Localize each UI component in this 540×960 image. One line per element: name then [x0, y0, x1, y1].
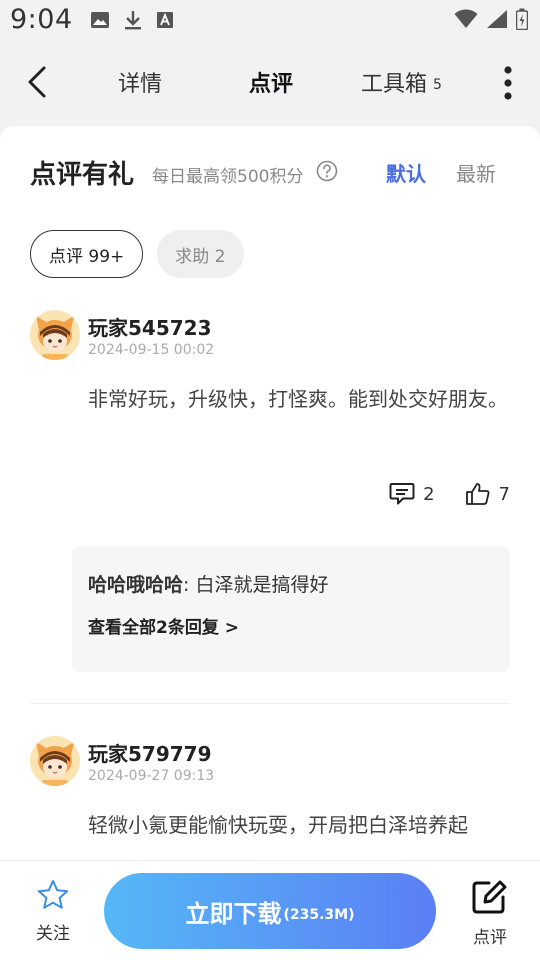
like-button[interactable]: 7	[465, 482, 510, 506]
section-subtitle: 每日最高领500积分	[152, 167, 304, 187]
review-text: 轻微小氪更能愉快玩耍，开局把白泽培养起	[88, 813, 468, 837]
help-circle-icon[interactable]	[316, 160, 338, 182]
sort-default[interactable]: 默认	[386, 158, 426, 187]
tab-toolbox-label: 工具箱	[361, 72, 428, 97]
status-bar: 9:04	[0, 0, 540, 44]
tab-details[interactable]: 详情	[118, 66, 162, 98]
review-time: 2024-09-15 00:02	[88, 342, 215, 358]
reply-box[interactable]: 哈哈哦哈哈: 白泽就是搞得好 查看全部2条回复 >	[72, 546, 510, 672]
write-review-button[interactable]: 点评	[470, 879, 510, 948]
review-time: 2024-09-27 09:13	[88, 768, 215, 784]
section-header: 点评有礼 每日最高领500积分 默认 最新	[30, 150, 510, 194]
avatar[interactable]	[30, 736, 80, 786]
status-icons-right	[454, 8, 528, 30]
reply-text: 白泽就是搞得好	[195, 574, 329, 596]
filter-chips: 点评 99+ 求助 2	[30, 230, 244, 278]
review-text: 非常好玩，升级快，打怪爽。能到处交好朋友。	[88, 387, 508, 411]
reviews-panel: 点评有礼 每日最高领500积分 默认 最新 点评 99+ 求助 2 玩家5457…	[0, 126, 540, 860]
follow-label: 关注	[36, 924, 70, 944]
review-item: 玩家545723 2024-09-15 00:02 非常好玩，升级快，打怪爽。能…	[30, 310, 510, 690]
more-vertical-icon[interactable]	[502, 66, 514, 100]
follow-button[interactable]: 关注	[30, 879, 76, 944]
tab-toolbox-badge: 5	[433, 77, 442, 93]
star-icon	[37, 880, 69, 909]
bottom-bar: 关注 立即下载 (235.3M) 点评	[0, 860, 540, 960]
download-icon	[125, 11, 141, 30]
tab-toolbox[interactable]: 工具箱 5	[361, 66, 442, 98]
font-a-icon	[157, 12, 173, 28]
reply-line: 哈哈哦哈哈: 白泽就是搞得好	[88, 570, 494, 597]
thumbs-up-icon	[465, 483, 490, 505]
sort-latest[interactable]: 最新	[456, 158, 496, 187]
view-all-replies-link[interactable]: 查看全部2条回复 >	[88, 613, 494, 638]
review-item: 玩家579779 2024-09-27 09:13 轻微小氪更能愉快玩耍，开局把…	[30, 736, 510, 860]
section-title: 点评有礼	[30, 160, 135, 190]
nav-header: 详情 点评 工具箱 5	[0, 44, 540, 120]
filter-chip-help[interactable]: 求助 2	[157, 230, 244, 278]
signal-icon	[487, 10, 507, 28]
status-icons-left	[90, 10, 174, 30]
avatar[interactable]	[30, 310, 80, 360]
download-button[interactable]: 立即下载 (235.3M)	[104, 873, 436, 949]
comment-count-button[interactable]: 2	[389, 482, 435, 506]
download-label: 立即下载	[185, 899, 282, 928]
user-name[interactable]: 玩家579779	[88, 738, 212, 767]
download-size: (235.3M)	[283, 907, 355, 923]
battery-icon	[516, 8, 528, 30]
filter-chip-reviews[interactable]: 点评 99+	[30, 230, 144, 278]
comment-icon	[389, 483, 415, 505]
image-icon	[91, 12, 109, 28]
avatar-character-icon	[30, 310, 80, 360]
comment-count: 2	[423, 483, 435, 505]
avatar-character-icon	[30, 736, 80, 786]
user-name[interactable]: 玩家545723	[88, 312, 212, 341]
like-count: 7	[498, 483, 510, 505]
review-actions: 2 7	[389, 482, 510, 506]
divider	[30, 703, 510, 704]
back-arrow-icon[interactable]	[24, 64, 54, 100]
wifi-icon	[454, 9, 478, 28]
reply-user[interactable]: 哈哈哦哈哈	[88, 574, 183, 596]
write-review-label: 点评	[473, 928, 507, 948]
edit-pen-icon	[472, 880, 507, 914]
reply-separator: :	[183, 574, 196, 596]
status-time: 9:04	[10, 4, 73, 35]
tab-reviews[interactable]: 点评	[249, 66, 293, 98]
